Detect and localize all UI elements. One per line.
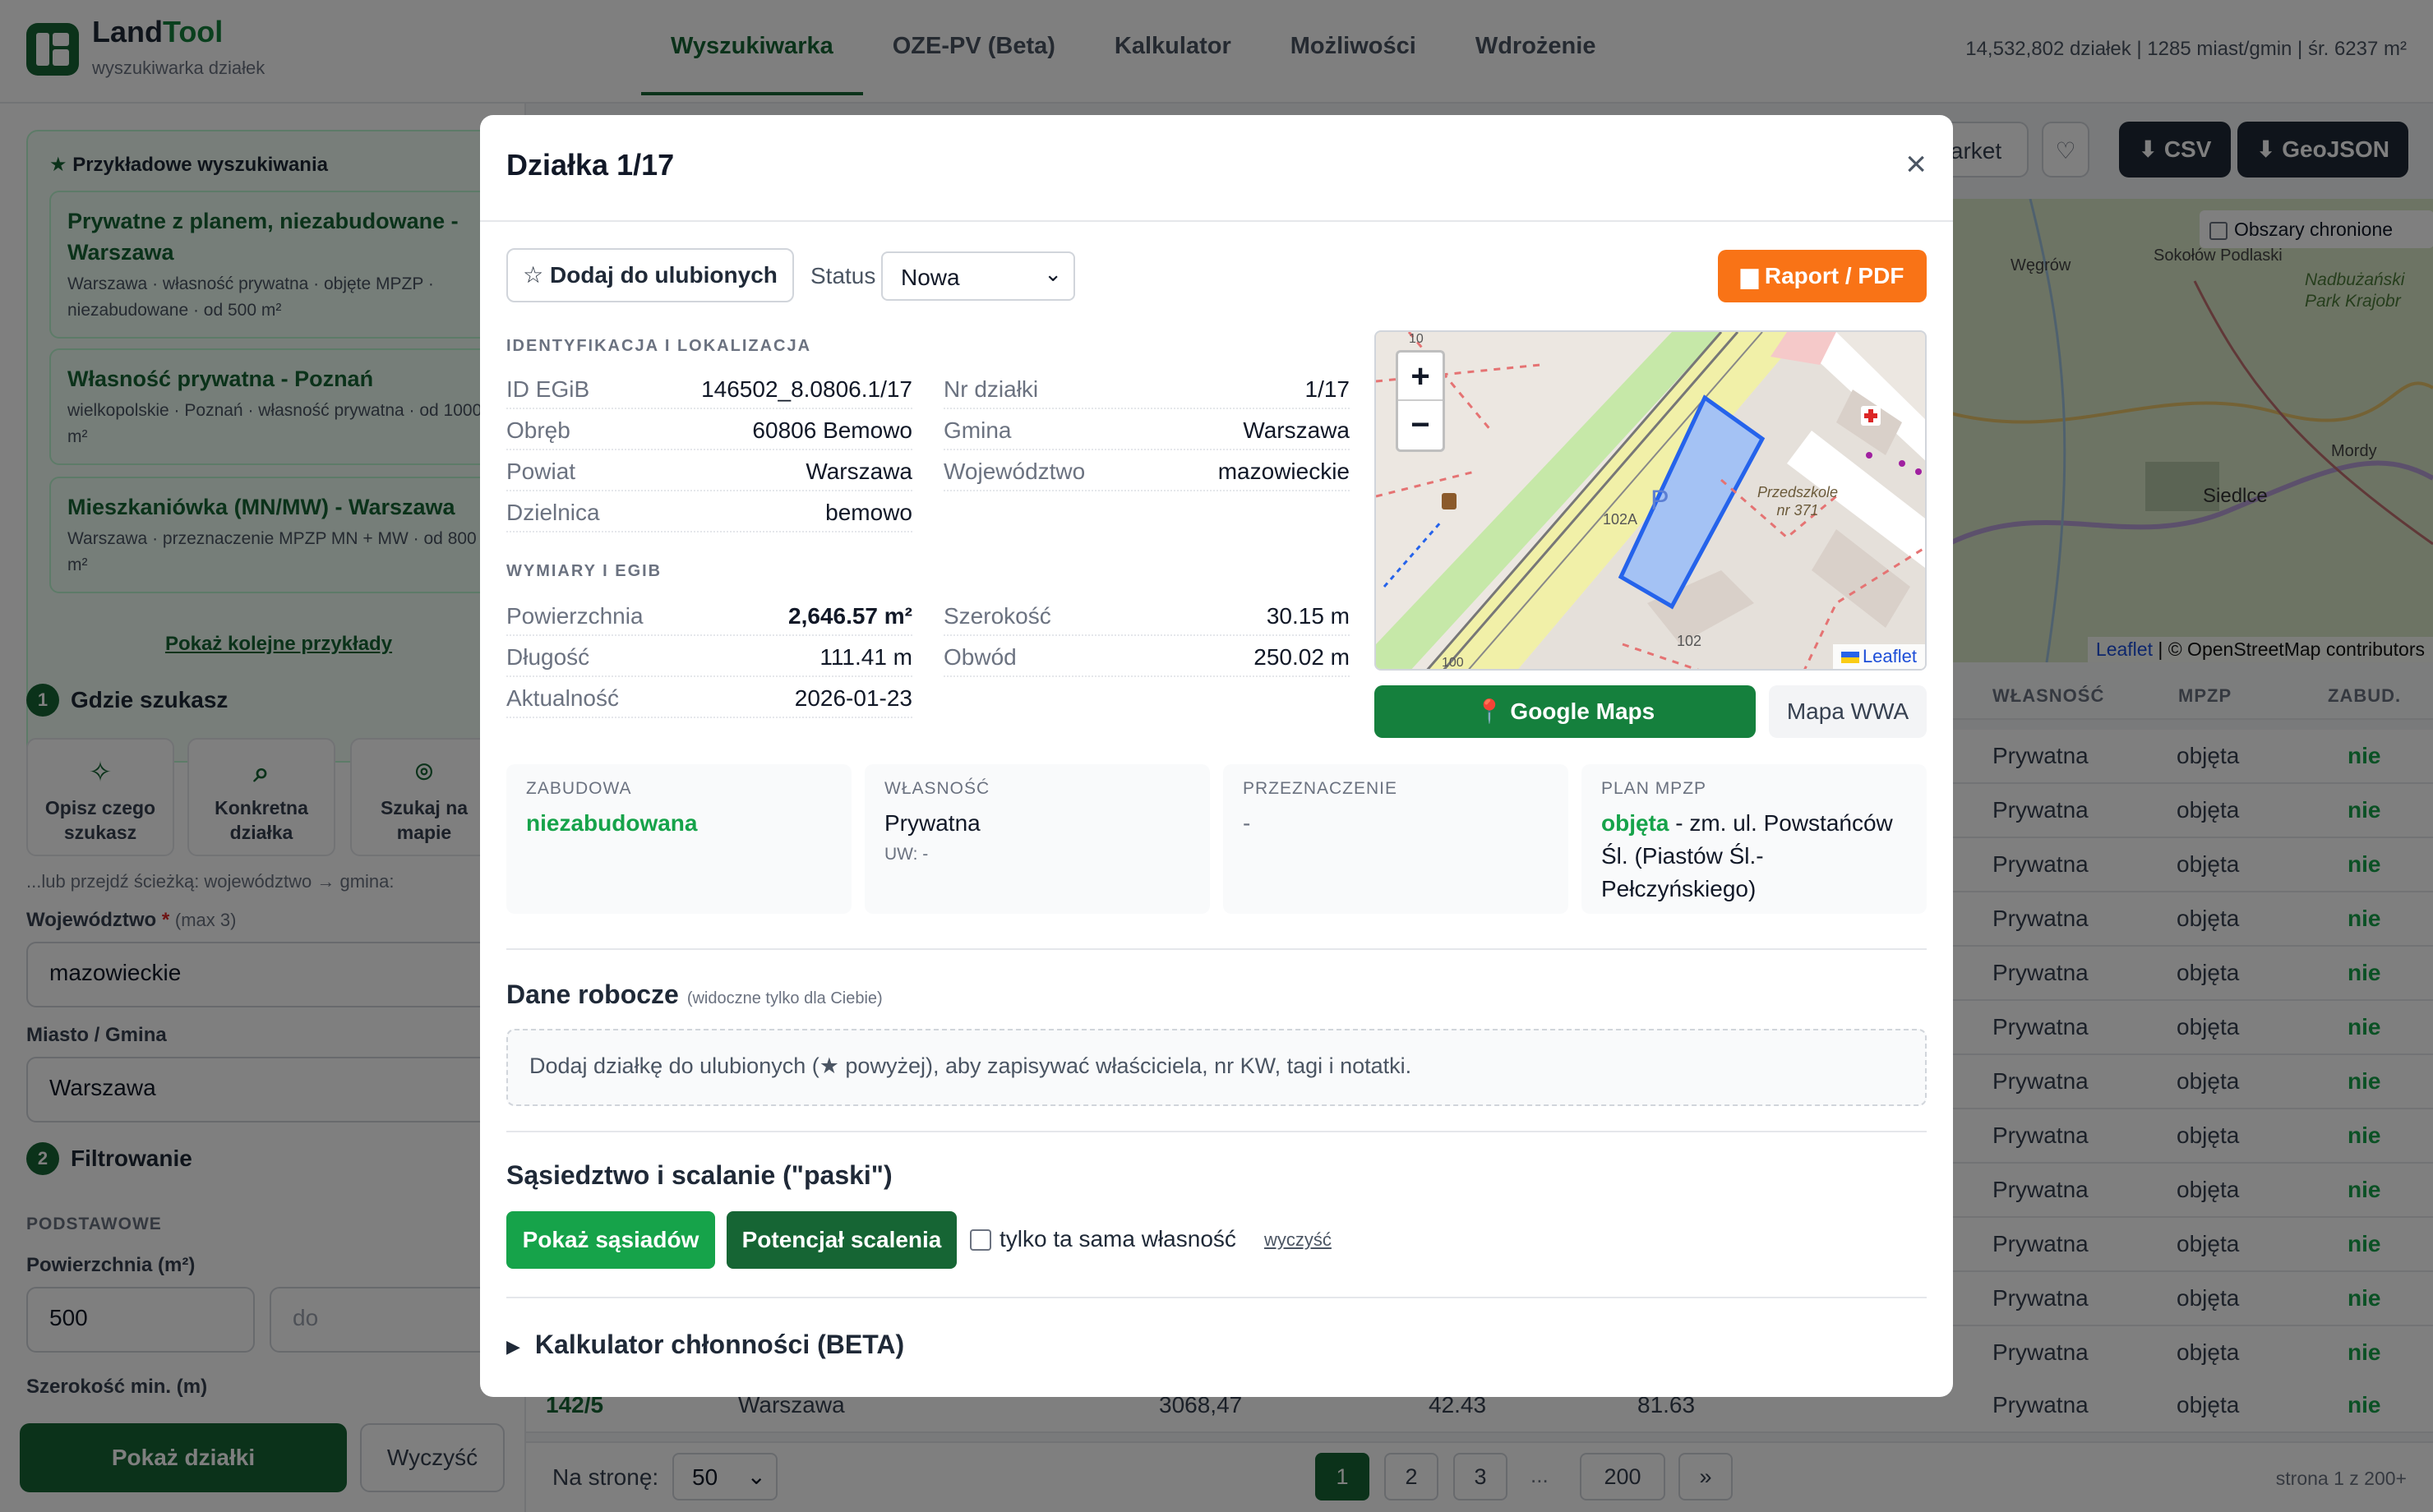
divider (506, 1297, 1927, 1298)
card-value: - (1243, 810, 1251, 836)
field-width: Szerokość 30.15 m (944, 595, 1350, 636)
card-plan-mpzp: PLAN MPZP objęta - zm. ul. Powstańców Śl… (1581, 764, 1927, 914)
ident-heading: IDENTYFIKACJA I LOKALIZACJA (506, 337, 812, 355)
status-select[interactable]: Nowa ⌄ (881, 251, 1075, 301)
card-value: objęta - zm. ul. Powstańców Śl. (Piastów… (1601, 810, 1893, 901)
pin-icon: 📍 (1475, 698, 1511, 724)
parking-label: P (1650, 485, 1669, 516)
field-length: Długość 111.41 m (506, 636, 912, 677)
add-favorite-button[interactable]: ☆ Dodaj do ulubionych (506, 248, 794, 302)
pdf-report-button[interactable]: ▆ Raport / PDF (1718, 250, 1927, 302)
same-owner-label: tylko ta sama własność (1000, 1226, 1236, 1252)
document-icon: ▆ (1740, 263, 1765, 288)
close-icon[interactable]: × (1905, 146, 1927, 182)
show-neighbours-button[interactable]: Pokaż sąsiadów (506, 1211, 715, 1269)
field-gmina: Gmina Warszawa (944, 409, 1350, 450)
status-label: Status (810, 263, 876, 288)
map-house-number: 100 (1442, 656, 1464, 670)
divider (506, 1131, 1927, 1132)
map-house-number: 102 (1677, 633, 1702, 649)
map-attribution[interactable]: Leaflet (1832, 644, 1925, 669)
field-powiat: Powiat Warszawa (506, 450, 912, 491)
wwa-map-button[interactable]: Mapa WWA (1769, 685, 1927, 738)
neighbourhood-heading: Sąsiedztwo i scalanie ("paski") (506, 1160, 893, 1190)
card-przeznaczenie: PRZEZNACZENIE - (1223, 764, 1568, 914)
field-perimeter: Obwód 250.02 m (944, 636, 1350, 677)
google-maps-button[interactable]: 📍 Google Maps (1374, 685, 1756, 738)
work-data-heading: Dane robocze (widoczne tylko dla Ciebie) (506, 980, 883, 1009)
map-label-kindergarten: Przedszkole nr 371 (1757, 484, 1839, 519)
work-data-box: Dodaj działkę do ulubionych (★ powyżej),… (506, 1029, 1927, 1106)
field-wojewodztwo: Województwo mazowieckie (944, 450, 1350, 491)
triangle-right-icon: ▶ (506, 1335, 520, 1357)
parcel-modal: Działka 1/17 × ☆ Dodaj do ulubionych Sta… (480, 115, 1953, 1397)
card-heading: ZABUDOWA (526, 779, 632, 798)
dims-heading: WYMIARY I EGIB (506, 562, 662, 580)
flag-icon (1840, 652, 1859, 664)
modal-title: Działka 1/17 (506, 148, 675, 182)
parcel-map[interactable]: P 102A Przedszkole nr 371 102 10 100 + − … (1374, 330, 1927, 671)
merge-potential-button[interactable]: Potencjał scalenia (727, 1211, 957, 1269)
card-zabudowa: ZABUDOWA niezabudowana (506, 764, 852, 914)
zoom-out-button[interactable]: − (1398, 401, 1443, 449)
field-area: Powierzchnia 2,646.57 m² (506, 595, 912, 636)
card-wlasnosc: WŁASNOŚĆ Prywatna UW: - (865, 764, 1210, 914)
same-owner-checkbox[interactable] (970, 1229, 991, 1251)
map-house-number: 10 (1409, 332, 1424, 346)
zoom-control: + − (1396, 350, 1445, 452)
field-obreb: Obręb 60806 Bemowo (506, 409, 912, 450)
card-heading: PRZEZNACZENIE (1243, 779, 1398, 798)
divider (480, 220, 1953, 222)
divider (506, 948, 1927, 950)
field-nr-dzialki: Nr działki 1/17 (944, 368, 1350, 409)
field-updated: Aktualność 2026-01-23 (506, 677, 912, 718)
zoom-in-button[interactable]: + (1398, 353, 1443, 401)
card-heading: WŁASNOŚĆ (884, 779, 990, 798)
chevron-down-icon: ⌄ (1044, 261, 1062, 286)
field-dzielnica: Dzielnica bemowo (506, 491, 912, 532)
card-value: Prywatna (884, 810, 981, 836)
card-value: niezabudowana (526, 810, 698, 836)
card-subtext: UW: - (884, 845, 929, 864)
card-heading: PLAN MPZP (1601, 779, 1707, 798)
field-id-egib: ID EGiB 146502_8.0806.1/17 (506, 368, 912, 409)
clear-link[interactable]: wyczyść (1264, 1229, 1332, 1251)
map-house-number: 102A (1603, 511, 1638, 528)
absorbency-calculator-toggle[interactable]: ▶ Kalkulator chłonności (BETA) (506, 1330, 904, 1360)
